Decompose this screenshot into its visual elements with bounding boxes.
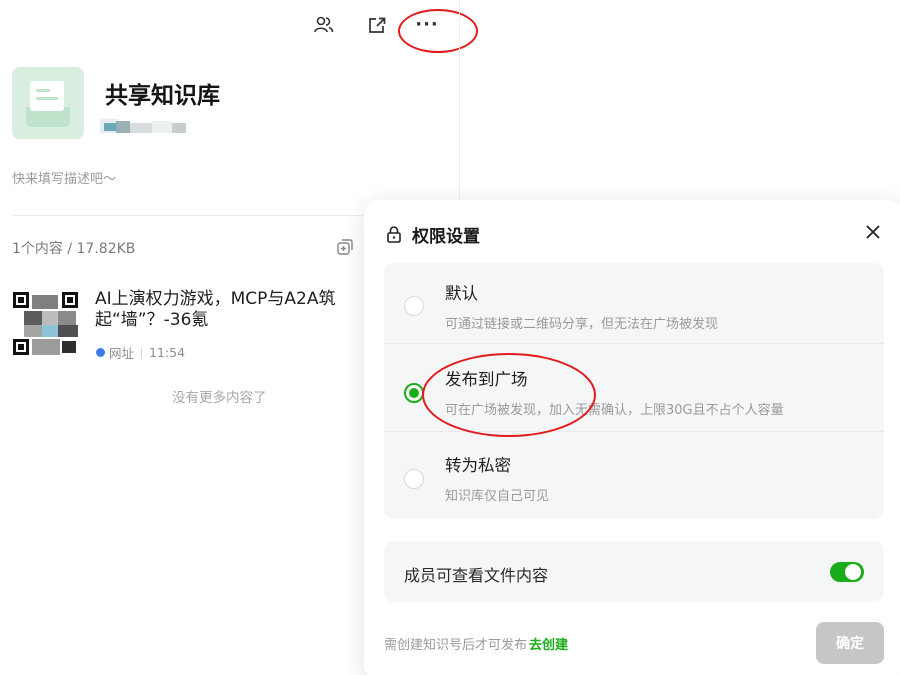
more-button[interactable]: ··· bbox=[414, 12, 440, 38]
link-source-icon bbox=[96, 348, 105, 357]
item-source: 网址 bbox=[109, 346, 135, 361]
list-end-text: 没有更多内容了 bbox=[172, 390, 267, 406]
document-icon bbox=[12, 67, 84, 139]
toggle-knob bbox=[845, 564, 861, 580]
option-default[interactable]: 默认 可通过链接或二维码分享，但无法在广场被发现 bbox=[384, 263, 884, 343]
kb-description[interactable]: 快来填写描述吧～ bbox=[12, 168, 116, 187]
item-thumbnail[interactable] bbox=[12, 291, 80, 357]
item-time: 11:54 bbox=[149, 345, 186, 360]
option-default-label: 默认 bbox=[445, 284, 478, 303]
kb-cover bbox=[12, 67, 84, 139]
radio-publish-square[interactable] bbox=[404, 383, 424, 403]
item-title[interactable]: AI上演权力游戏，MCP与A2A筑起“墙”？-36氪 bbox=[95, 289, 367, 337]
option-default-desc: 可通过链接或二维码分享，但无法在广场被发现 bbox=[445, 317, 719, 332]
lock-icon bbox=[387, 226, 401, 243]
dialog-header: 权限设置 bbox=[386, 222, 480, 247]
meta-separator bbox=[141, 346, 143, 359]
permission-dialog: 权限设置 默认 可通过链接或二维码分享，但无法在广场被发现 发布到广场 可在广场… bbox=[364, 200, 900, 675]
footer-note-text: 需创建知识号后才可发布 bbox=[384, 638, 528, 653]
share-icon[interactable] bbox=[364, 12, 390, 38]
confirm-button[interactable]: 确定 bbox=[816, 622, 884, 664]
option-private[interactable]: 转为私密 知识库仅自己可见 bbox=[384, 432, 884, 519]
dialog-title: 权限设置 bbox=[412, 227, 480, 247]
create-account-link[interactable]: 去创建 bbox=[529, 638, 568, 653]
footer-note: 需创建知识号后才可发布 去创建 bbox=[384, 634, 568, 653]
kb-title: 共享知识库 bbox=[105, 83, 220, 109]
more-dots-icon: ··· bbox=[415, 14, 439, 35]
member-view-setting: 成员可查看文件内容 bbox=[384, 541, 884, 602]
option-publish-square[interactable]: 发布到广场 可在广场被发现，加入无需确认，上限30G且不占个人容量 bbox=[384, 344, 884, 431]
option-private-desc: 知识库仅自己可见 bbox=[445, 489, 550, 504]
member-view-label: 成员可查看文件内容 bbox=[404, 566, 549, 585]
radio-private[interactable] bbox=[404, 469, 424, 489]
option-publish-desc: 可在广场被发现，加入无需确认，上限30G且不占个人容量 bbox=[445, 403, 784, 418]
kb-stats: 1个内容 / 17.82KB bbox=[12, 241, 136, 257]
option-private-label: 转为私密 bbox=[445, 456, 511, 475]
visibility-options: 默认 可通过链接或二维码分享，但无法在广场被发现 发布到广场 可在广场被发现，加… bbox=[384, 263, 884, 519]
option-publish-label: 发布到广场 bbox=[445, 370, 528, 389]
item-meta: 网址 11:54 bbox=[96, 343, 185, 362]
radio-default[interactable] bbox=[404, 296, 424, 316]
close-icon[interactable] bbox=[862, 221, 884, 243]
owner-info-blurred bbox=[100, 117, 190, 135]
members-icon[interactable] bbox=[311, 12, 337, 38]
add-content-icon[interactable] bbox=[336, 238, 354, 256]
member-view-toggle[interactable] bbox=[830, 562, 864, 582]
